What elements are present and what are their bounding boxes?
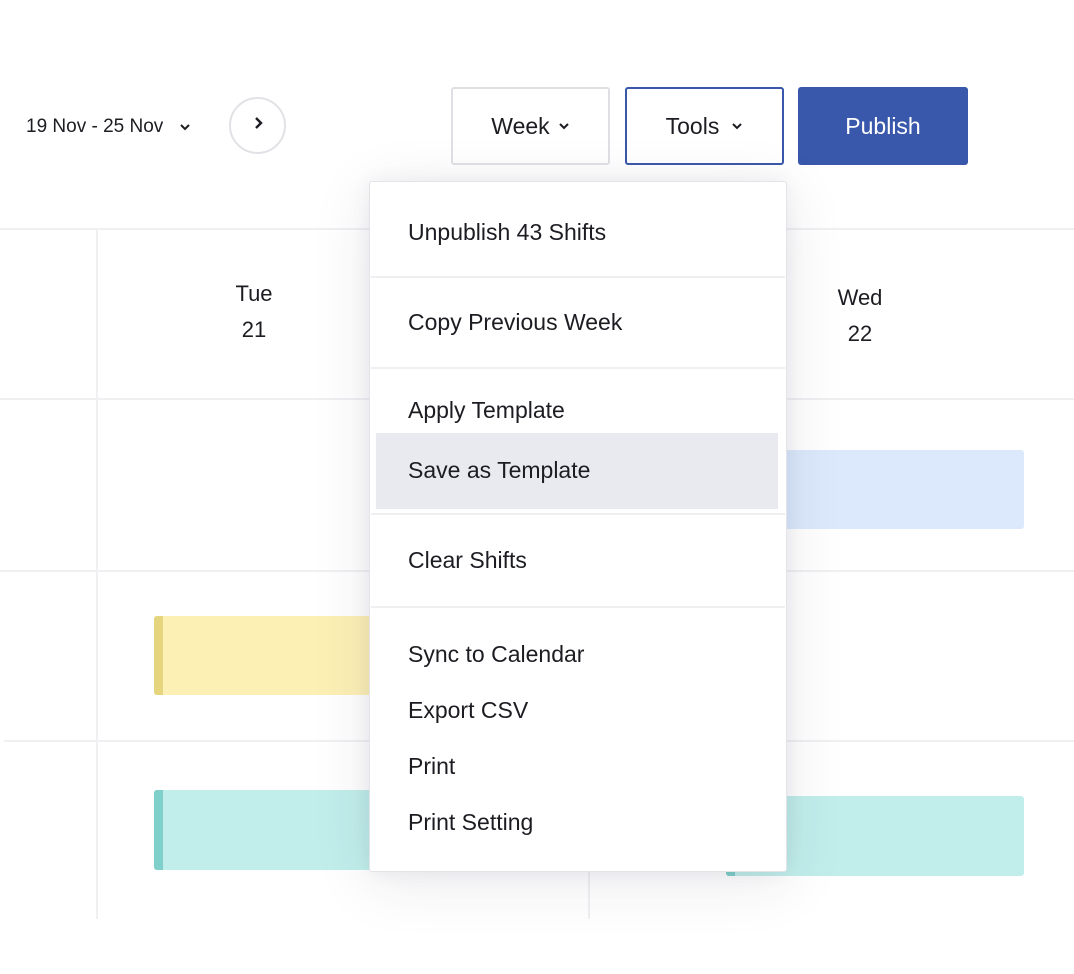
chevron-down-icon bbox=[558, 122, 570, 130]
day-name: Tue bbox=[235, 281, 273, 306]
day-date: 21 bbox=[241, 317, 267, 342]
menu-item-sync-to-calendar[interactable]: Sync to Calendar bbox=[408, 639, 584, 669]
day-name: Wed bbox=[837, 285, 883, 310]
shift-block[interactable] bbox=[154, 790, 384, 870]
date-range-label: 19 Nov - 25 Nov bbox=[26, 116, 164, 137]
menu-item-copy-previous-week[interactable]: Copy Previous Week bbox=[408, 307, 622, 337]
menu-item-unpublish-shifts[interactable]: Unpublish 43 Shifts bbox=[408, 217, 606, 247]
menu-item-apply-template[interactable]: Apply Template bbox=[408, 395, 565, 425]
menu-separator bbox=[371, 606, 785, 608]
day-header-tue[interactable]: Tue 21 bbox=[194, 276, 314, 348]
menu-separator bbox=[371, 276, 785, 278]
menu-item-export-csv[interactable]: Export CSV bbox=[408, 695, 528, 725]
day-date: 22 bbox=[847, 321, 873, 346]
chevron-down-icon bbox=[731, 122, 743, 130]
day-header-wed[interactable]: Wed 22 bbox=[800, 280, 920, 352]
shift-accent bbox=[154, 790, 163, 870]
shift-block[interactable] bbox=[760, 450, 1024, 529]
menu-item-clear-shifts[interactable]: Clear Shifts bbox=[408, 545, 527, 575]
next-week-button[interactable] bbox=[229, 97, 286, 154]
menu-separator bbox=[371, 513, 785, 515]
menu-item-print[interactable]: Print bbox=[408, 751, 455, 781]
date-range-selector[interactable]: 19 Nov - 25 Nov bbox=[26, 112, 193, 142]
shift-accent bbox=[154, 616, 163, 695]
chevron-right-icon bbox=[253, 116, 263, 135]
tools-dropdown-menu: Unpublish 43 Shifts Copy Previous Week A… bbox=[369, 181, 787, 872]
tools-button[interactable]: Tools bbox=[625, 87, 784, 165]
chevron-down-icon bbox=[177, 119, 193, 135]
menu-separator bbox=[371, 367, 785, 369]
view-select-button[interactable]: Week bbox=[451, 87, 610, 165]
shift-block[interactable] bbox=[154, 616, 384, 695]
tools-label: Tools bbox=[665, 112, 720, 139]
publish-label: Publish bbox=[845, 112, 921, 139]
menu-item-print-setting[interactable]: Print Setting bbox=[408, 807, 533, 837]
publish-button[interactable]: Publish bbox=[798, 87, 968, 165]
menu-item-save-as-template[interactable]: Save as Template bbox=[408, 455, 590, 485]
view-select-label: Week bbox=[491, 112, 550, 139]
grid-column-divider bbox=[96, 229, 98, 919]
